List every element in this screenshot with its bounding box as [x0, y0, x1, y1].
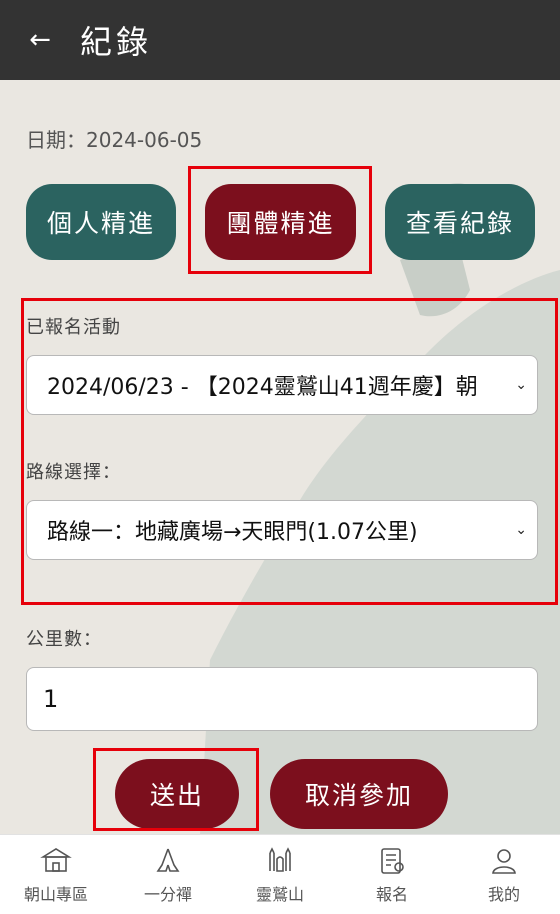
chevron-down-icon: ⌄ — [515, 522, 527, 538]
tab-label: 一分禪 — [143, 884, 192, 904]
date-label: 日期： — [26, 128, 86, 152]
tab-registration[interactable]: 報名 — [336, 835, 448, 914]
route-select-value: 路線一：地藏廣場→天眼門(1.07公里) — [47, 520, 418, 545]
cancel-participation-button[interactable]: 取消參加 — [270, 759, 448, 829]
route-select[interactable]: 路線一：地藏廣場→天眼門(1.07公里) ⌄ — [26, 500, 538, 560]
date-display: 日期：2024-06-05 — [26, 124, 202, 153]
app-header: ← 紀錄 — [0, 0, 560, 80]
temple-icon — [40, 847, 72, 872]
tab-meditation[interactable]: 一分禪 — [112, 835, 224, 914]
user-icon — [492, 848, 516, 874]
mountain-icon — [269, 846, 291, 872]
submit-button[interactable]: 送出 — [115, 759, 239, 829]
tab-label: 報名 — [375, 884, 408, 904]
view-records-button[interactable]: 查看紀錄 — [385, 184, 535, 260]
distance-input[interactable]: 1 — [26, 667, 538, 731]
event-select[interactable]: 2024/06/23 - 【2024靈鷲山41週年慶】朝 ⌄ — [26, 355, 538, 415]
personal-progress-button[interactable]: 個人精進 — [26, 184, 176, 260]
back-arrow-icon[interactable]: ← — [0, 0, 80, 80]
event-label: 已報名活動 — [26, 317, 121, 338]
tab-profile[interactable]: 我的 — [448, 835, 560, 914]
tab-lingjiu-mountain[interactable]: 靈鷲山 — [224, 835, 336, 914]
group-progress-button[interactable]: 團體精進 — [205, 184, 356, 260]
tab-pilgrimage[interactable]: 朝山專區 — [0, 835, 112, 914]
registration-form-icon — [381, 847, 404, 874]
route-label: 路線選擇： — [26, 462, 121, 483]
tab-label: 我的 — [487, 884, 520, 904]
distance-input-value: 1 — [43, 685, 59, 713]
bottom-tab-bar: 朝山專區 一分禪 靈鷲山 報名 我的 — [0, 834, 560, 914]
praying-hands-icon — [156, 848, 180, 872]
tab-label: 朝山專區 — [23, 884, 88, 904]
date-value: 2024-06-05 — [86, 128, 203, 152]
distance-label: 公里數： — [26, 629, 102, 650]
event-select-value: 2024/06/23 - 【2024靈鷲山41週年慶】朝 — [47, 375, 478, 400]
tab-label: 靈鷲山 — [255, 884, 304, 904]
chevron-down-icon: ⌄ — [515, 377, 527, 393]
page-title: 紀錄 — [80, 23, 153, 61]
